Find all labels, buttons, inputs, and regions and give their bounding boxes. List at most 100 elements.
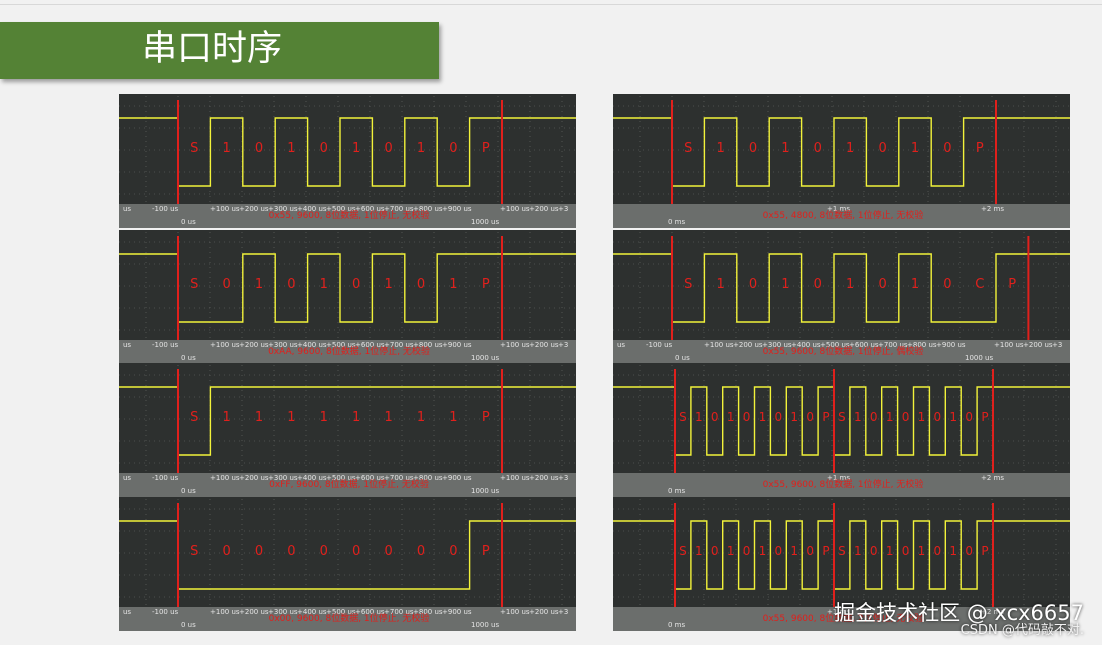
bit-label: 0 [417,544,425,559]
bit-label: 1 [384,277,392,292]
bit-label: 0 [384,141,392,156]
bit-label: 1 [449,410,457,425]
tick-label: +3 [558,608,568,616]
tick-label: 1000 us [471,354,499,362]
tick-label: +900 us [442,474,472,482]
tick-label: +3 [1052,341,1062,349]
scope-screen: S 1 0 1 0 1 0 1 0 P0 ms+1 ms +2 ms0x55, 4800, 8位数据… [613,94,1070,228]
bit-label: 1 [222,141,230,156]
bit-label: 0 [806,410,814,424]
bit-label: 0 [943,141,951,156]
bit-label: 0 [775,544,783,558]
bit-label: S [190,544,198,559]
tick-label: 0 us [675,354,690,362]
tick-label: us [617,341,625,349]
tick-label: +200 us [733,341,763,349]
bit-label: 1 [222,410,230,425]
tick-label: +100 us [704,341,734,349]
bit-label: 0 [934,544,942,558]
tick-label: us [123,205,131,213]
tick-label: 0 us [181,354,196,362]
bit-label: 1 [417,410,425,425]
bit-label: P [822,410,829,424]
bit-label: P [976,141,984,156]
bit-label: P [822,544,829,558]
tick-label: 1000 us [471,487,499,495]
scope-panel-left-1: S 1 0 1 0 1 0 1 0 Pus -100 us 0 us +100 us +200 us +30… [119,94,576,228]
watermark-csdn: CSDN @代码敲不对. [960,623,1084,638]
bit-label: 0 [943,277,951,292]
bit-label: S [838,544,846,558]
tick-label: us [123,341,131,349]
bit-label: 1 [695,544,703,558]
bit-label: 0 [775,410,783,424]
bit-label: S [838,410,846,424]
bit-label: 0 [902,544,910,558]
tick-label: 1000 us [471,218,499,226]
bit-label: 1 [287,410,295,425]
bit-label: P [482,410,490,425]
bit-label: 0 [352,277,360,292]
bit-label: 1 [417,141,425,156]
bit-label: 0 [878,277,886,292]
tick-label: +100 us [210,608,240,616]
frame-caption: 0x55, 9600, 8位数据, 1位停止, 无校验 [763,478,924,490]
bit-label: P [482,277,490,292]
tick-label: -100 us [152,341,179,349]
bit-label: 1 [854,410,862,424]
bit-label: 1 [716,141,724,156]
tick-label: +100 us [500,341,530,349]
tick-label: +200 us [239,205,269,213]
bit-label: 1 [352,141,360,156]
bit-label: S [684,141,692,156]
bit-label: P [981,410,988,424]
bit-label: 1 [759,410,767,424]
tick-label: +200 us [1023,341,1053,349]
bit-label: 1 [255,277,263,292]
bit-label: 0 [743,544,751,558]
tick-label: +200 us [239,474,269,482]
scope-panel-right-3: S10101010PS10101010P0 ms +1 ms +2 ms 0x55, … [613,363,1070,497]
bit-label: 1 [846,141,854,156]
tick-label: +100 us [500,474,530,482]
tick-label: +900 us [936,341,966,349]
bit-label: C [975,277,984,292]
tick-label: 0 ms [668,487,685,495]
scope-panel-right-1: S10101010P0 ms +1 ms +2 ms 0x55, 4800, 8位数据… [613,94,1070,228]
tick-label: +100 us [210,341,240,349]
bit-label: 1 [384,410,392,425]
bit-label: 0 [417,277,425,292]
tick-label: +200 us [239,608,269,616]
tick-label: +100 us [994,341,1024,349]
bit-label: S [190,410,198,425]
tick-label: +900 us [442,608,472,616]
tick-label: us [123,474,131,482]
frame-caption: 0x55, 9600, 8位数据, 1位停止, 偶校验 [763,345,924,357]
bit-label: 0 [934,410,942,424]
tick-label: 0 us [181,218,196,226]
bit-label: 0 [806,544,814,558]
bit-label: 1 [886,410,894,424]
bit-label: 0 [814,141,822,156]
tick-label: 0 us [181,487,196,495]
bit-label: 1 [790,544,798,558]
bit-label: 0 [749,141,757,156]
scope-screen: S 1 1 1 1 1 1 1 1 Pus -100 us0 us+100 us +200 us +30… [119,363,576,497]
bit-label: 1 [781,141,789,156]
tick-label: +200 us [239,341,269,349]
scope-screen: S 1 0 1 0 1 0 1 0 C Pus -100 us0 us+100 us +200 us +3… [613,230,1070,364]
tick-label: 1000 us [965,354,993,362]
bit-label: 0 [711,410,719,424]
tick-label: +200 us [529,341,559,349]
tick-label: -100 us [152,474,179,482]
bit-label: 0 [255,544,263,559]
bit-label: 0 [870,544,878,558]
bit-label: 1 [352,410,360,425]
bit-label: 0 [222,277,230,292]
tick-label: +100 us [210,205,240,213]
bit-label: 0 [965,410,973,424]
bit-label: 0 [449,141,457,156]
tick-label: +100 us [210,474,240,482]
scope-screen: S 0 1 0 1 0 1 0 1 Pus -100 us0 us+100 us +200 us +30… [119,230,576,364]
scope-screen: S 0 0 0 0 0 0 0 0 Pus -100 us0 us+100 us +200 us +30… [119,497,576,631]
